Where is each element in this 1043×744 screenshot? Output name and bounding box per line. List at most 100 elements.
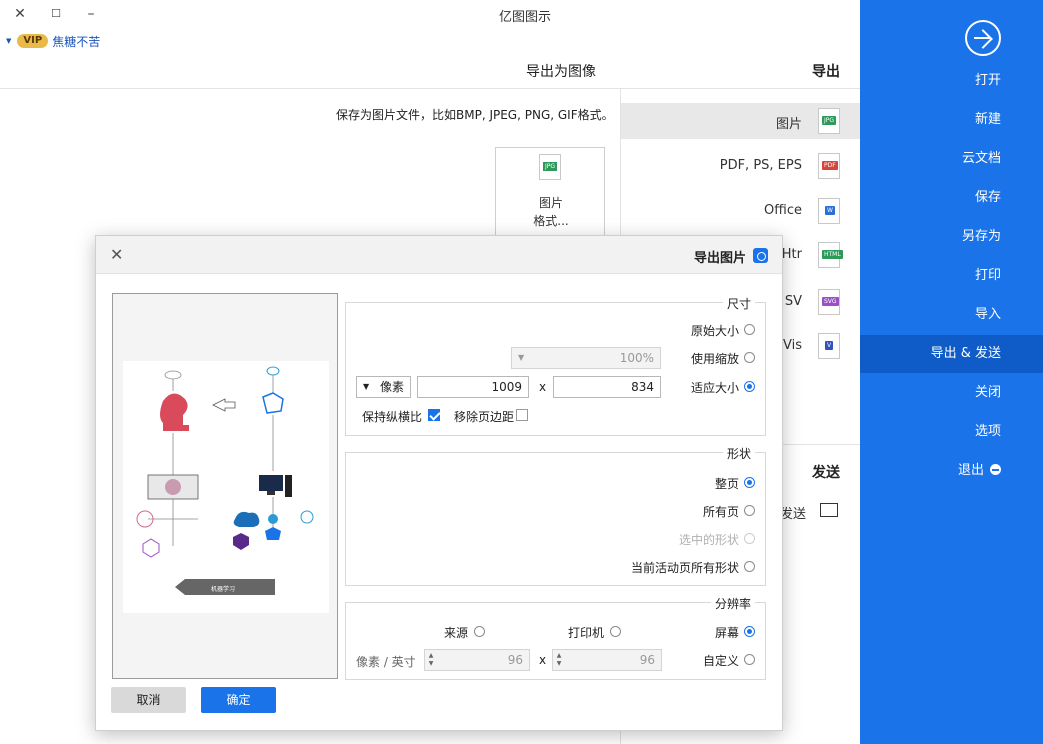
sidebar-item-close[interactable]: 关闭: [860, 374, 1043, 412]
export-item-label: SV: [784, 294, 802, 309]
export-item-label: Htr: [781, 247, 802, 262]
export-image-dialog: ✕ 导出图片 机器学习 尺寸 原始大小 使用缩放 ▼ 100% 适应大小 834…: [95, 235, 783, 731]
username[interactable]: 焦糖不苦: [52, 33, 100, 50]
sidebar-item-exit[interactable]: 退出: [860, 452, 1043, 490]
height-input[interactable]: 1009: [417, 376, 529, 398]
vip-badge: VIP: [17, 34, 49, 48]
sidebar-item-export-send[interactable]: 导出 & 发送: [860, 335, 1043, 373]
export-preview: 机器学习: [112, 293, 338, 679]
close-window-icon[interactable]: ✕: [10, 4, 30, 24]
resolution-group: 分辨率 屏幕 打印机 来源 自定义 ▲ ▼ 96 x ▲ ▼ 96 像素 / 英寸: [345, 595, 766, 680]
spinner-icon[interactable]: ▲ ▼: [555, 652, 563, 668]
resolution-group-title: 分辨率: [710, 595, 755, 612]
original-size-label: 原始大小: [690, 324, 739, 338]
jpg-file-icon: JPG: [539, 154, 561, 180]
send-item-label[interactable]: 发送: [780, 503, 806, 522]
export-item-office[interactable]: Office W: [621, 193, 860, 229]
maximize-window-icon[interactable]: ☐: [46, 4, 66, 24]
sidebar-item-save[interactable]: 保存: [860, 179, 1043, 217]
chevron-down-icon: ▼: [363, 382, 370, 391]
tile-label: 图片: [538, 196, 563, 210]
keep-ratio-checkbox[interactable]: [428, 409, 440, 421]
sidebar-item-new[interactable]: 新建: [860, 101, 1043, 139]
radio-source[interactable]: [474, 626, 485, 637]
screen-label: 屏幕: [714, 626, 739, 640]
title-bar: ✕ ☐ – 亿图图示: [0, 0, 860, 30]
zoom-select[interactable]: ▼ 100%: [511, 347, 661, 369]
tile-label-2: 格式...: [533, 214, 569, 228]
pdf-file-icon: PDF: [818, 153, 840, 179]
use-zoom-label: 使用缩放: [690, 352, 739, 366]
ok-button[interactable]: 确定: [201, 687, 276, 713]
dpi-x-input[interactable]: ▲ ▼ 96: [552, 649, 662, 671]
dpi-unit-label: 像素 / 英寸: [356, 655, 416, 669]
radio-selected-shapes[interactable]: [744, 533, 755, 544]
file-menu-sidebar: 打开 新建 云文档 保存 另存为 打印 导入 导出 & 发送 关闭 选项 退出: [860, 0, 1043, 744]
svg-file-icon: SVG: [818, 289, 840, 315]
remove-margin-checkbox[interactable]: [516, 409, 528, 421]
dialog-header: ✕ 导出图片: [96, 236, 782, 274]
visio-file-icon: V: [818, 333, 840, 359]
app-logo-icon: [753, 248, 768, 263]
export-heading: 导出: [812, 64, 840, 80]
radio-current-page-shapes[interactable]: [744, 561, 755, 572]
spinner-icon[interactable]: ▲ ▼: [427, 652, 435, 668]
close-icon[interactable]: ✕: [110, 245, 123, 264]
export-description: 保存为图片文件，比如BMP, JPEG, PNG, GIF格式。: [336, 108, 614, 122]
export-item-pdf[interactable]: PDF, PS, EPS PDF: [621, 148, 860, 184]
dpi-y-input[interactable]: ▲ ▼ 96: [424, 649, 530, 671]
current-page-shapes-label: 当前活动页所有形状: [630, 561, 739, 575]
divider: [0, 88, 860, 89]
unit-select[interactable]: ▼ 像素: [356, 376, 411, 398]
radio-printer[interactable]: [610, 626, 621, 637]
radio-fit-size[interactable]: [744, 381, 755, 392]
radio-screen[interactable]: [744, 626, 755, 637]
sidebar-item-options[interactable]: 选项: [860, 413, 1043, 451]
custom-label: 自定义: [702, 654, 739, 668]
sidebar-item-cloud[interactable]: 云文档: [860, 140, 1043, 178]
dropdown-arrow-icon[interactable]: ▼: [6, 37, 11, 45]
chevron-down-icon: ▼: [518, 353, 525, 362]
preview-banner-text: 机器学习: [211, 585, 235, 593]
shape-group-title: 形状: [722, 445, 755, 462]
sidebar-item-open[interactable]: 打开: [860, 62, 1043, 100]
source-label: 来源: [444, 626, 469, 640]
user-account[interactable]: ▼ VIP 焦糖不苦: [6, 33, 100, 49]
exit-icon: [990, 464, 1001, 475]
radio-original-size[interactable]: [744, 324, 755, 335]
width-input[interactable]: 834: [553, 376, 661, 398]
minimize-window-icon[interactable]: –: [81, 4, 101, 24]
size-group: 尺寸 原始大小 使用缩放 ▼ 100% 适应大小 834 x 1009 ▼ 像素…: [345, 295, 766, 436]
sidebar-item-print[interactable]: 打印: [860, 257, 1043, 295]
export-item-label: Office: [764, 203, 802, 218]
cancel-button[interactable]: 取消: [111, 687, 186, 713]
export-item-label: 图片: [775, 117, 802, 132]
word-file-icon: W: [818, 198, 840, 224]
all-pages-label: 所有页: [702, 505, 739, 519]
sidebar-item-save-as[interactable]: 另存为: [860, 218, 1043, 256]
export-item-label: Vis: [783, 338, 802, 353]
remove-margin-label: 移除页边距: [454, 410, 515, 424]
radio-custom[interactable]: [744, 654, 755, 665]
radio-all-pages[interactable]: [744, 505, 755, 516]
dpi-x-separator: x: [539, 653, 547, 667]
image-format-tile[interactable]: JPG 图片 格式...: [495, 147, 605, 243]
jpg-file-icon: JPG: [818, 108, 840, 134]
mail-icon: [820, 503, 838, 517]
shape-group: 形状 整页 所有页 选中的形状 当前活动页所有形状: [345, 445, 766, 586]
selected-shapes-label: 选中的形状: [678, 533, 739, 547]
fit-size-label: 适应大小: [690, 381, 739, 395]
size-group-title: 尺寸: [722, 295, 755, 312]
preview-page: 机器学习: [123, 361, 329, 613]
printer-label: 打印机: [568, 626, 605, 640]
radio-use-zoom[interactable]: [744, 352, 755, 363]
back-arrow-icon[interactable]: [965, 20, 1001, 56]
export-item-image[interactable]: 图片 JPG: [621, 103, 860, 139]
export-item-label: PDF, PS, EPS: [719, 158, 802, 173]
sidebar-item-import[interactable]: 导入: [860, 296, 1043, 334]
dialog-title: 导出图片: [693, 251, 746, 266]
radio-whole-page[interactable]: [744, 477, 755, 488]
html-file-icon: HTML: [818, 242, 843, 268]
sidebar-item-label: 退出: [957, 463, 984, 478]
size-x-label: x: [539, 380, 547, 394]
